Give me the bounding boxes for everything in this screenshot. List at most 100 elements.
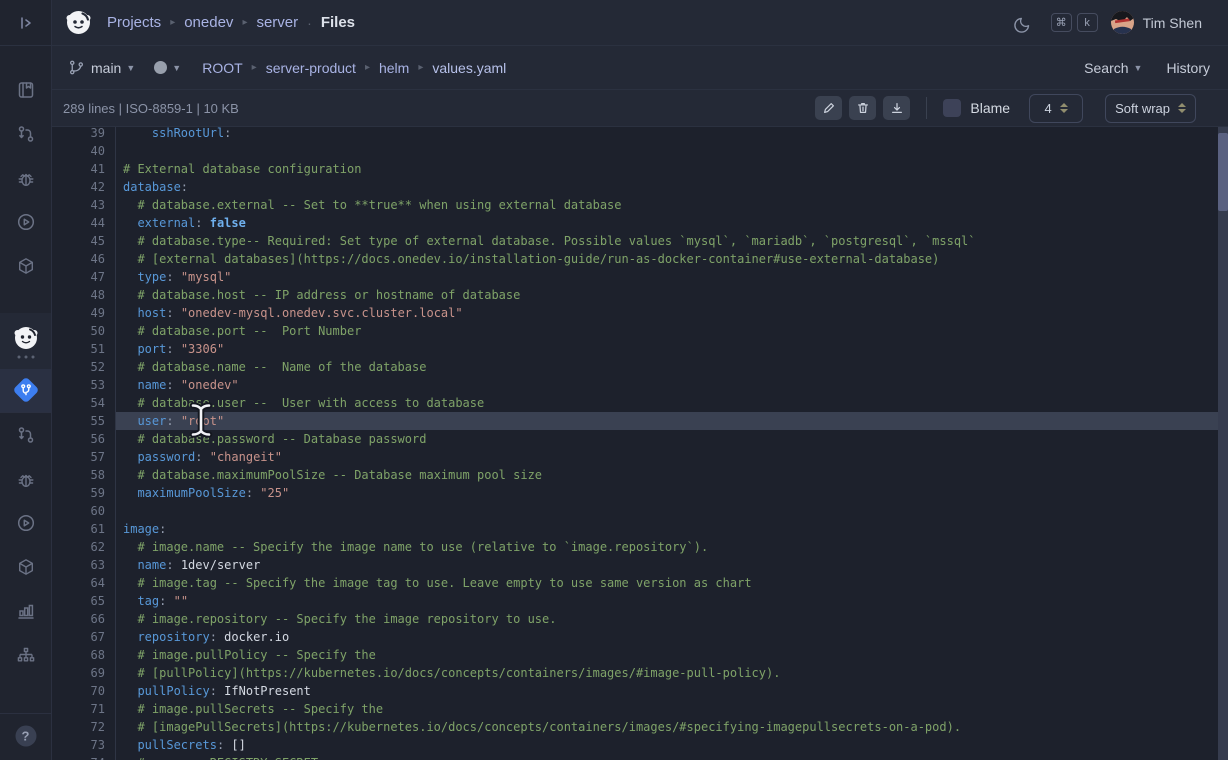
chevron-down-icon: ▼ [126,63,135,73]
builds-play-icon[interactable] [16,212,36,232]
hierarchy-sitemap-icon[interactable] [16,645,36,665]
line-number[interactable]: 62 [51,538,116,556]
line-number[interactable]: 72 [51,718,116,736]
scope-selector-dot[interactable] [154,61,167,74]
line-number[interactable]: 54 [51,394,116,412]
line-content: # [pullPolicy](https://kubernetes.io/doc… [116,664,1228,682]
code-lines: 39 sshRootUrl:4041# External database co… [51,127,1228,760]
line-number[interactable]: 55 [51,412,116,430]
line-content: sshRootUrl: [116,127,1228,142]
breadcrumb-projects[interactable]: Projects [107,14,161,31]
line-number[interactable]: 42 [51,178,116,196]
tab-size-value: 4 [1044,101,1051,116]
project-packages-icon[interactable] [16,557,36,577]
onedev-logo-icon[interactable] [65,9,92,36]
history-link[interactable]: History [1166,60,1210,76]
user-name[interactable]: Tim Shen [1143,15,1202,31]
line-number[interactable]: 59 [51,484,116,502]
scrollbar-track[interactable] [1218,127,1228,760]
stats-chart-icon[interactable] [16,601,36,621]
breadcrumb-separator-icon: ▸ [170,17,175,28]
path-helm[interactable]: helm [379,60,409,76]
issues-bug-icon[interactable] [16,168,36,188]
line-content: # database.host -- IP address or hostnam… [116,286,1228,304]
breadcrumb-project-onedev[interactable]: onedev [184,14,233,31]
line-number[interactable]: 60 [51,502,116,520]
breadcrumb-separator-icon: ▸ [242,17,247,28]
project-avatar-onedev[interactable] [13,325,39,351]
file-nav-bar: main ▼ ▼ ROOT ▸ server-product ▸ helm ▸ … [51,46,1228,90]
spinner-arrows-icon [1178,103,1186,113]
line-number[interactable]: 52 [51,358,116,376]
more-dots-icon[interactable] [17,356,34,359]
tab-size-select[interactable]: 4 [1029,94,1083,123]
line-number[interactable]: 65 [51,592,116,610]
line-number[interactable]: 71 [51,700,116,718]
dark-mode-moon-icon[interactable] [1012,13,1032,33]
line-number[interactable]: 44 [51,214,116,232]
line-content: type: "mysql" [116,268,1228,286]
line-number[interactable]: 50 [51,322,116,340]
line-content: pullPolicy: IfNotPresent [116,682,1228,700]
delete-file-button[interactable] [849,96,876,120]
code-line: 41# External database configuration [51,160,1228,178]
packages-icon[interactable] [16,256,36,276]
line-number[interactable]: 63 [51,556,116,574]
line-number[interactable]: 40 [51,142,116,160]
line-number[interactable]: 47 [51,268,116,286]
line-content [116,142,1228,160]
line-number[interactable]: 64 [51,574,116,592]
user-avatar[interactable] [1111,11,1134,34]
help-icon[interactable]: ? [15,726,36,747]
code-line: 49 host: "onedev-mysql.onedev.svc.cluste… [51,304,1228,322]
line-number[interactable]: 39 [51,127,116,142]
breadcrumb-project-server[interactable]: server [256,14,298,31]
path-separator-icon: ▸ [365,62,370,73]
line-content: # image.pullSecrets -- Specify the [116,700,1228,718]
line-number[interactable]: 48 [51,286,116,304]
search-menu[interactable]: Search [1084,60,1128,76]
code-browser-active-icon[interactable] [16,381,35,400]
scrollbar-thumb[interactable] [1218,133,1228,211]
project-pull-requests-icon[interactable] [16,425,36,445]
line-number[interactable]: 56 [51,430,116,448]
path-server-product[interactable]: server-product [266,60,356,76]
line-number[interactable]: 51 [51,340,116,358]
line-number[interactable]: 41 [51,160,116,178]
code-line: 69 # [pullPolicy](https://kubernetes.io/… [51,664,1228,682]
line-content: # database.maximumPoolSize -- Database m… [116,466,1228,484]
line-number[interactable]: 70 [51,682,116,700]
path-root[interactable]: ROOT [202,60,242,76]
sidebar-expand-icon[interactable] [16,13,36,33]
line-number[interactable]: 67 [51,628,116,646]
line-number[interactable]: 66 [51,610,116,628]
branch-selector[interactable]: main [91,60,121,76]
pull-requests-icon[interactable] [16,124,36,144]
wrap-mode-select[interactable]: Soft wrap [1105,94,1196,123]
line-number[interactable]: 43 [51,196,116,214]
edit-file-button[interactable] [815,96,842,120]
blame-checkbox[interactable] [943,99,961,117]
download-file-button[interactable] [883,96,910,120]
line-number[interactable]: 57 [51,448,116,466]
line-number[interactable]: 49 [51,304,116,322]
line-number[interactable]: 61 [51,520,116,538]
line-number[interactable]: 45 [51,232,116,250]
blame-label[interactable]: Blame [970,100,1010,116]
line-number[interactable]: 58 [51,466,116,484]
code-line: 55 user: "root" [51,412,1228,430]
code-viewer[interactable]: 39 sshRootUrl:4041# External database co… [51,127,1228,760]
line-number[interactable]: 68 [51,646,116,664]
path-separator-icon: ▸ [418,62,423,73]
line-content: external: false [116,214,1228,232]
line-number[interactable]: 74 [51,754,116,760]
project-builds-play-icon[interactable] [16,513,36,533]
line-number[interactable]: 46 [51,250,116,268]
project-issues-bug-icon[interactable] [16,469,36,489]
code-line: 72 # [imagePullSecrets](https://kubernet… [51,718,1228,736]
line-number[interactable]: 53 [51,376,116,394]
line-number[interactable]: 69 [51,664,116,682]
line-number[interactable]: 73 [51,736,116,754]
code-line: 43 # database.external -- Set to **true*… [51,196,1228,214]
docs-book-icon[interactable] [16,80,36,100]
